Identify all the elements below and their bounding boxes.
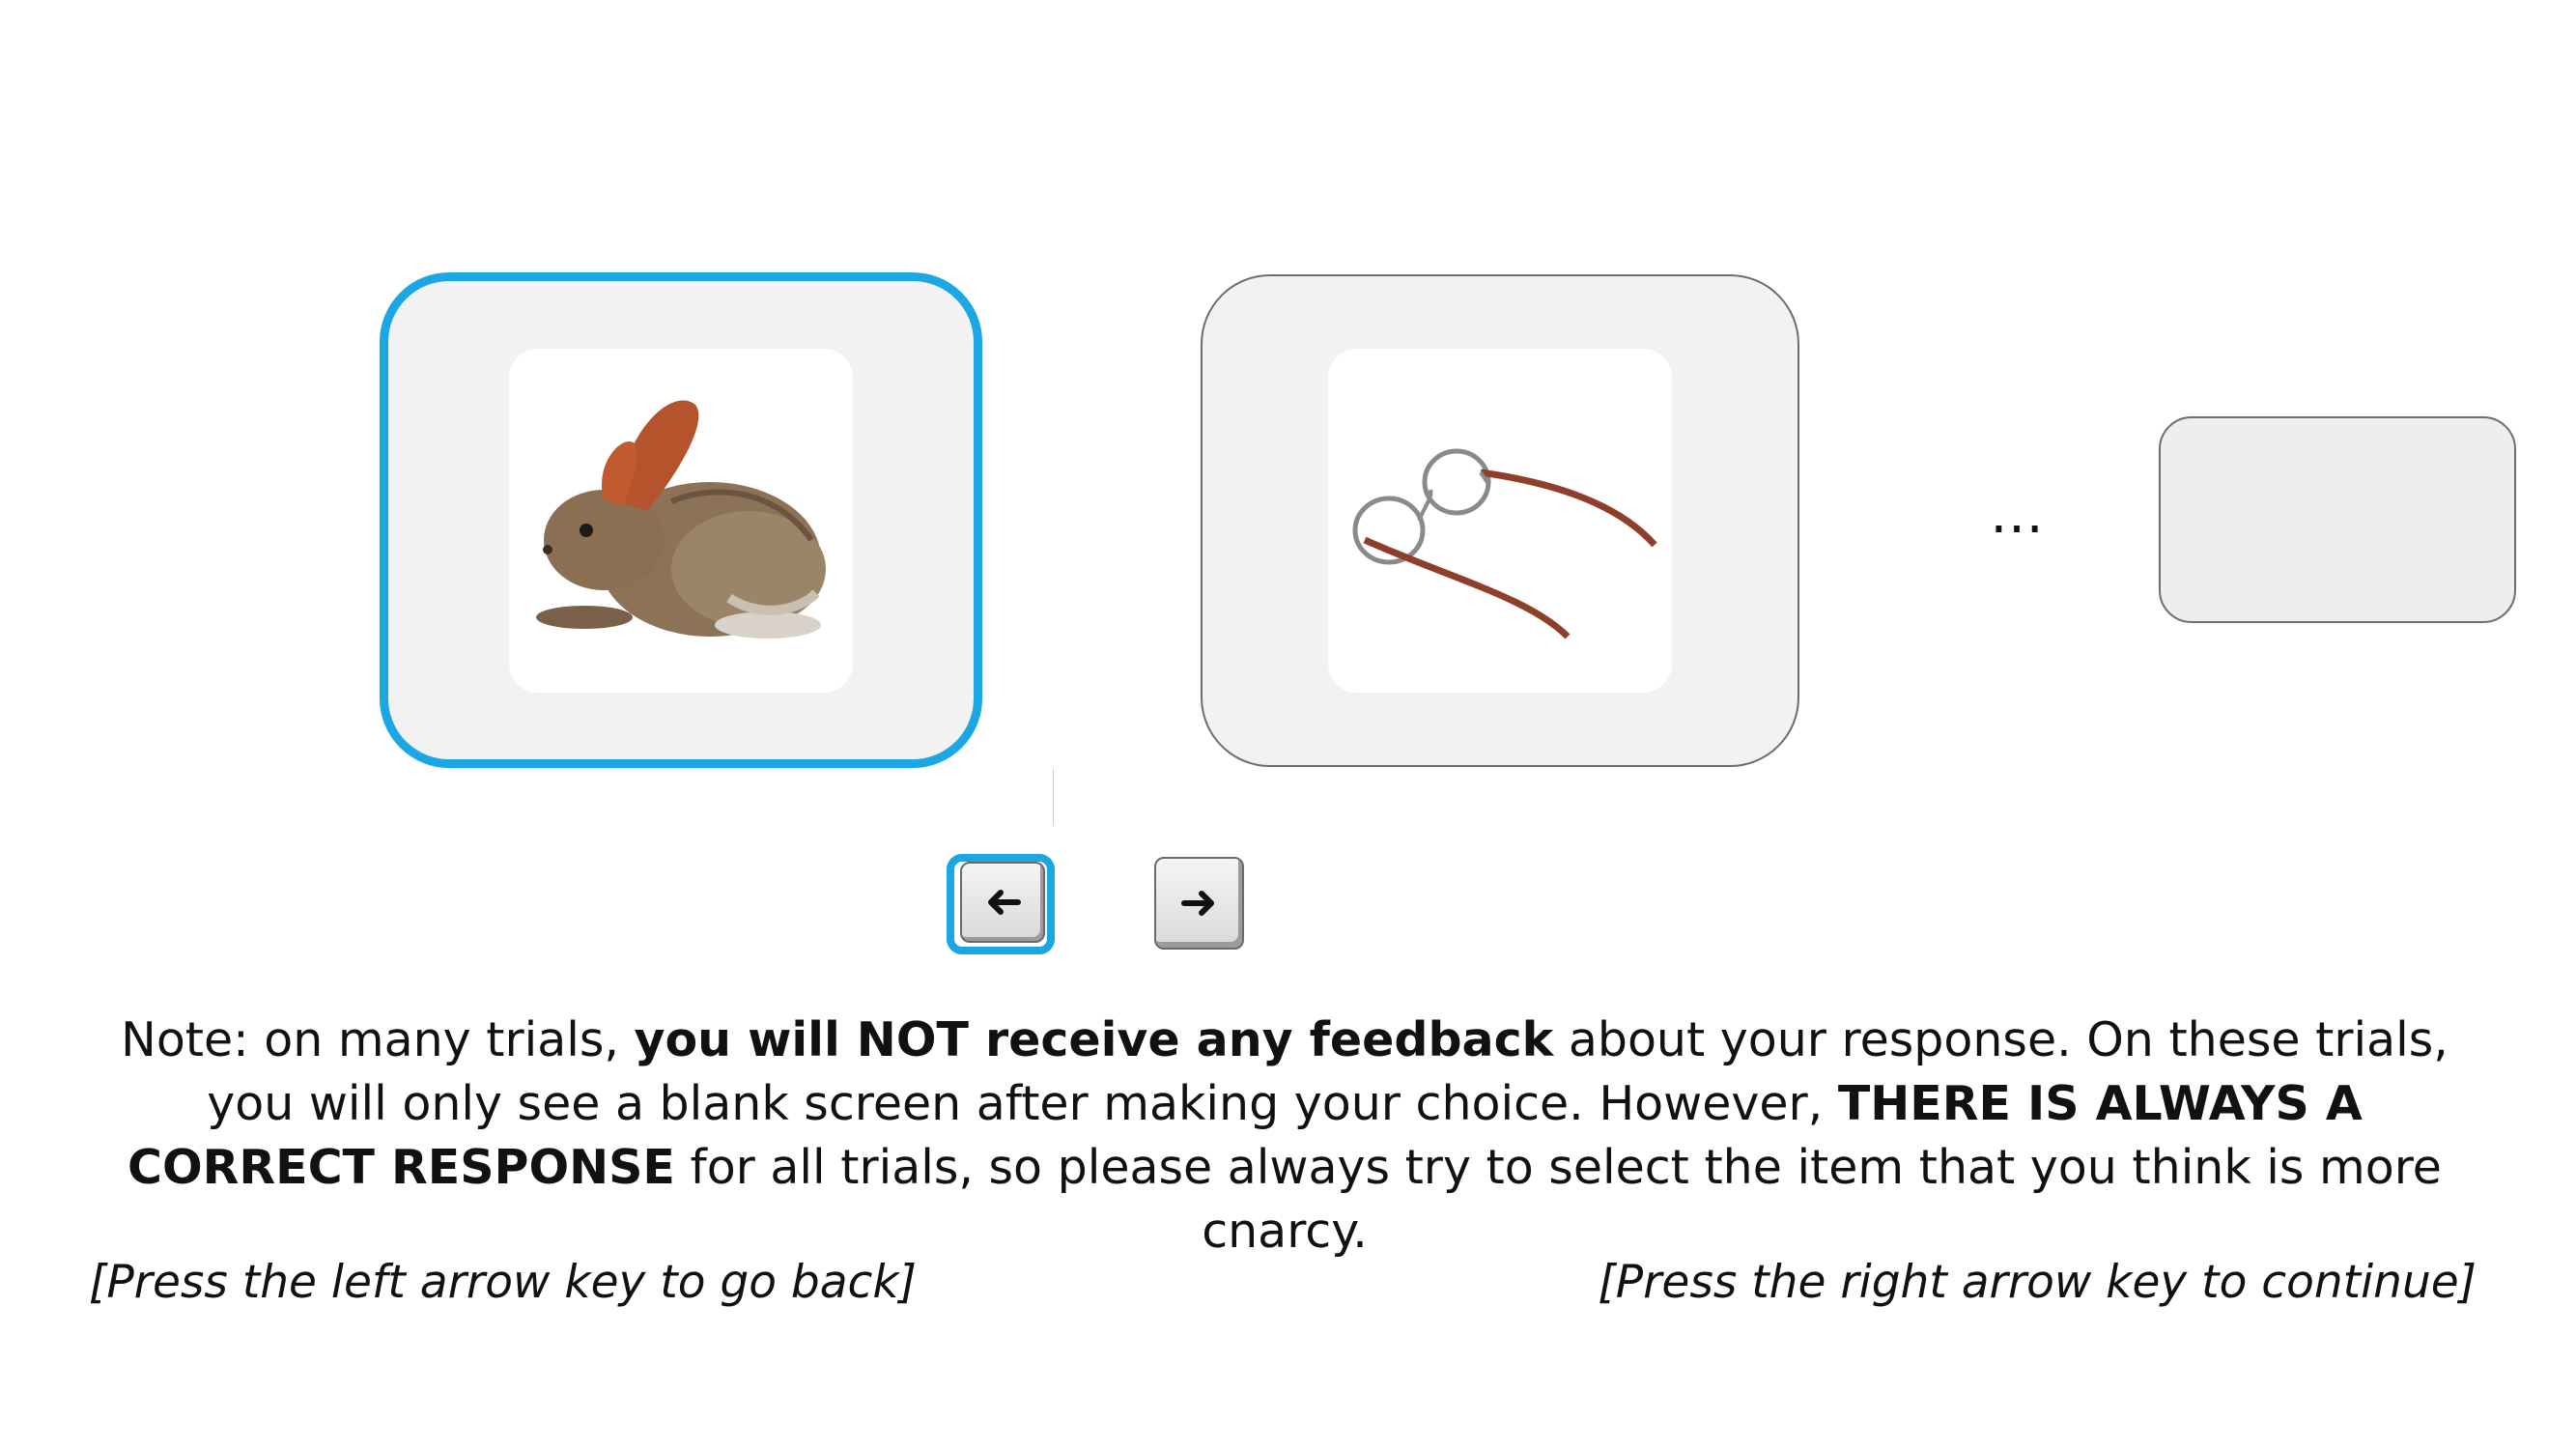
left-choice-card[interactable] <box>380 272 982 768</box>
rabbit-image-frame <box>509 348 853 693</box>
blank-screen-card <box>2159 416 2516 623</box>
right-arrow-key[interactable] <box>1154 857 1244 950</box>
go-back-instruction: [Press the left arrow key to go back] <box>89 1256 917 1309</box>
glasses-image-frame <box>1328 349 1672 693</box>
continue-instruction: [Press the right arrow key to continue] <box>1598 1256 2477 1309</box>
note-bold-1: you will NOT receive any feedback <box>634 1012 1554 1067</box>
note-text-1: Note: on many trials, <box>121 1012 635 1067</box>
divider-line <box>1053 768 1054 826</box>
right-choice-card[interactable] <box>1201 274 1799 767</box>
arrow-left-icon <box>988 890 1021 915</box>
left-arrow-key[interactable] <box>960 862 1045 943</box>
arrow-right-icon <box>1180 891 1214 916</box>
rabbit-image <box>536 400 826 639</box>
eyeglasses-image <box>1352 448 1657 639</box>
note-text-3: for all trials, so please always try to … <box>674 1140 2442 1259</box>
feedback-note: Note: on many trials, you will NOT recei… <box>116 1009 2453 1264</box>
more-choices-ellipsis: … <box>1990 483 2048 546</box>
